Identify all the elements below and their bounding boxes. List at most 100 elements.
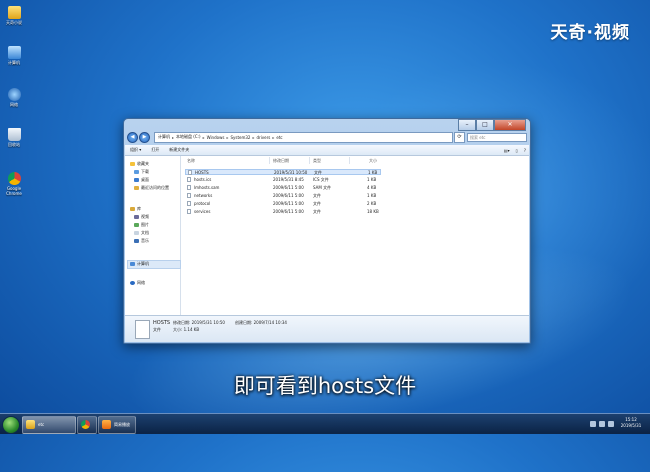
column-type[interactable]: 类型 (313, 158, 321, 164)
computer-icon (7, 46, 21, 59)
computer-icon (130, 262, 135, 266)
chrome-icon (81, 420, 90, 429)
refresh-icon[interactable]: ⟳ (454, 131, 465, 143)
nav-desktop[interactable]: 桌面 (134, 177, 149, 183)
recycle-bin-icon (7, 128, 21, 141)
breadcrumb-system32[interactable]: System32 (230, 135, 250, 140)
explorer-window[interactable]: – □ ✕ ◀ ▶ 计算机 ▸ 本地磁盘 (C:) ▸ Windows ▸ Syste… (123, 118, 531, 344)
library-icon (130, 207, 135, 211)
column-size[interactable]: 大小 (369, 158, 377, 164)
nav-documents[interactable]: 文档 (134, 230, 149, 236)
column-date[interactable]: 修改日期 (273, 158, 289, 164)
start-button[interactable] (2, 416, 20, 434)
address-bar[interactable]: 计算机 ▸ 本地磁盘 (C:) ▸ Windows ▸ System32 ▸ drive… (154, 131, 453, 143)
nav-recent[interactable]: 最近访问的位置 (134, 185, 169, 191)
file-list: 名称 修改日期 类型 大小 HOSTS 2019/5/31 10:50 文件 1… (181, 156, 529, 316)
watermark-logo: 天奇·视频 (550, 23, 630, 43)
details-pane: HOSTS 修改日期: 2019/5/31 10:50 创建日期: 2009/7… (125, 315, 529, 342)
nav-favorites[interactable]: 收藏夹 (130, 161, 149, 167)
file-row-hosts[interactable]: HOSTS 2019/5/31 10:50 文件 1 KB (185, 169, 381, 175)
file-row-hosts-ics[interactable]: hosts.ics 2019/5/31 8:45 ICS 文件 1 KB (185, 177, 381, 183)
desktop-icon-label: Google Chrome (6, 186, 22, 196)
file-icon (187, 177, 191, 182)
tray-network-icon[interactable] (599, 421, 605, 427)
nav-network[interactable]: 网络 (130, 280, 145, 286)
nav-libraries[interactable]: 库 (130, 206, 141, 212)
tray-language-icon[interactable] (590, 421, 596, 427)
nav-downloads[interactable]: 下载 (134, 169, 149, 175)
preview-pane-icon[interactable]: ▯ (513, 148, 521, 153)
desktop-icon-label: 回收站 (8, 142, 20, 147)
desktop-icon (134, 178, 139, 182)
file-icon (187, 201, 191, 206)
network-icon (130, 281, 135, 285)
file-icon (188, 170, 192, 175)
address-row: ◀ ▶ 计算机 ▸ 本地磁盘 (C:) ▸ Windows ▸ System32 ▸ d… (127, 131, 527, 143)
network-globe-icon (7, 88, 21, 101)
file-large-icon (135, 320, 150, 339)
taskbar-player[interactable]: 简易播放 (98, 416, 136, 434)
search-input[interactable]: 搜索 etc (467, 132, 527, 142)
back-button[interactable]: ◀ (127, 131, 138, 143)
open-button[interactable]: 打开 (146, 147, 164, 153)
details-created: 创建日期: 2009/7/14 10:34 (235, 320, 287, 325)
music-icon (134, 239, 139, 243)
breadcrumb-etc[interactable]: etc (276, 135, 282, 140)
desktop-icon-recycle-bin[interactable]: 回收站 (3, 128, 25, 148)
recent-places-icon (134, 186, 139, 190)
desktop-icon-chrome[interactable]: Google Chrome (3, 172, 25, 196)
pictures-icon (134, 223, 139, 227)
close-button[interactable]: ✕ (494, 119, 526, 131)
details-file-name: HOSTS (153, 320, 171, 326)
video-subtitle: 即可看到hosts文件 (233, 374, 417, 398)
taskbar: etc 简易播放 15:12 2019/5/31 (0, 413, 650, 434)
file-icon (187, 209, 191, 214)
file-icon (187, 185, 191, 190)
new-folder-button[interactable]: 新建文件夹 (164, 147, 194, 153)
file-row-services[interactable]: services 2009/6/11 5:00 文件 18 KB (185, 209, 381, 215)
nav-computer[interactable]: 计算机 (130, 261, 149, 267)
chrome-icon (7, 172, 21, 185)
nav-music[interactable]: 音乐 (134, 238, 149, 244)
nav-videos[interactable]: 视频 (134, 214, 149, 220)
breadcrumb-windows[interactable]: Windows (207, 135, 225, 140)
help-icon[interactable]: ? (521, 148, 529, 153)
folder-icon (7, 6, 21, 19)
video-icon (134, 215, 139, 219)
folder-icon (26, 420, 35, 429)
column-name[interactable]: 名称 (187, 158, 195, 164)
file-row-protocol[interactable]: protocol 2009/6/11 5:00 文件 2 KB (185, 201, 381, 207)
nav-pictures[interactable]: 图片 (134, 222, 149, 228)
taskbar-chrome[interactable] (77, 416, 97, 434)
breadcrumb-drivers[interactable]: drivers (256, 135, 270, 140)
system-clock[interactable]: 15:12 2019/5/31 (618, 417, 644, 429)
forward-button[interactable]: ▶ (139, 131, 150, 143)
file-row-networks[interactable]: networks 2009/6/11 5:00 文件 1 KB (185, 193, 381, 199)
breadcrumb-drive[interactable]: 本地磁盘 (C:) (176, 134, 201, 140)
desktop-icon-novel[interactable]: 天奇小说 (3, 6, 25, 26)
documents-icon (134, 231, 139, 235)
details-size: 大小: 1.14 KB (173, 327, 200, 332)
tray-volume-icon[interactable] (608, 421, 614, 427)
clock-date: 2019/5/31 (620, 423, 642, 428)
breadcrumb-computer[interactable]: 计算机 (158, 134, 170, 140)
downloads-icon (134, 170, 139, 174)
taskbar-explorer[interactable]: etc (22, 416, 76, 434)
details-type: 文件 (153, 327, 161, 332)
window-controls: – □ ✕ (458, 119, 526, 131)
organize-button[interactable]: 组织 ▾ (125, 147, 146, 153)
navigation-pane: 收藏夹 下载 桌面 最近访问的位置 库 视频 图片 文档 音乐 计算机 网络 (125, 156, 181, 316)
file-icon (187, 193, 191, 198)
minimize-button[interactable]: – (458, 119, 476, 131)
player-icon (102, 420, 111, 429)
desktop-icon-label: 计算机 (8, 60, 20, 65)
desktop-icon-network[interactable]: 网络 (3, 88, 25, 108)
maximize-button[interactable]: □ (476, 119, 494, 131)
desktop-icon-computer[interactable]: 计算机 (3, 46, 25, 66)
desktop-icon-label: 天奇小说 (6, 20, 22, 25)
system-tray (587, 416, 614, 432)
view-options-icon[interactable]: ▤▾ (501, 148, 513, 153)
star-icon (130, 162, 135, 166)
file-row-lmhosts[interactable]: lmhosts.sam 2009/6/11 5:00 SAM 文件 4 KB (185, 185, 381, 191)
details-modified: 修改日期: 2019/5/31 10:50 (173, 320, 225, 325)
